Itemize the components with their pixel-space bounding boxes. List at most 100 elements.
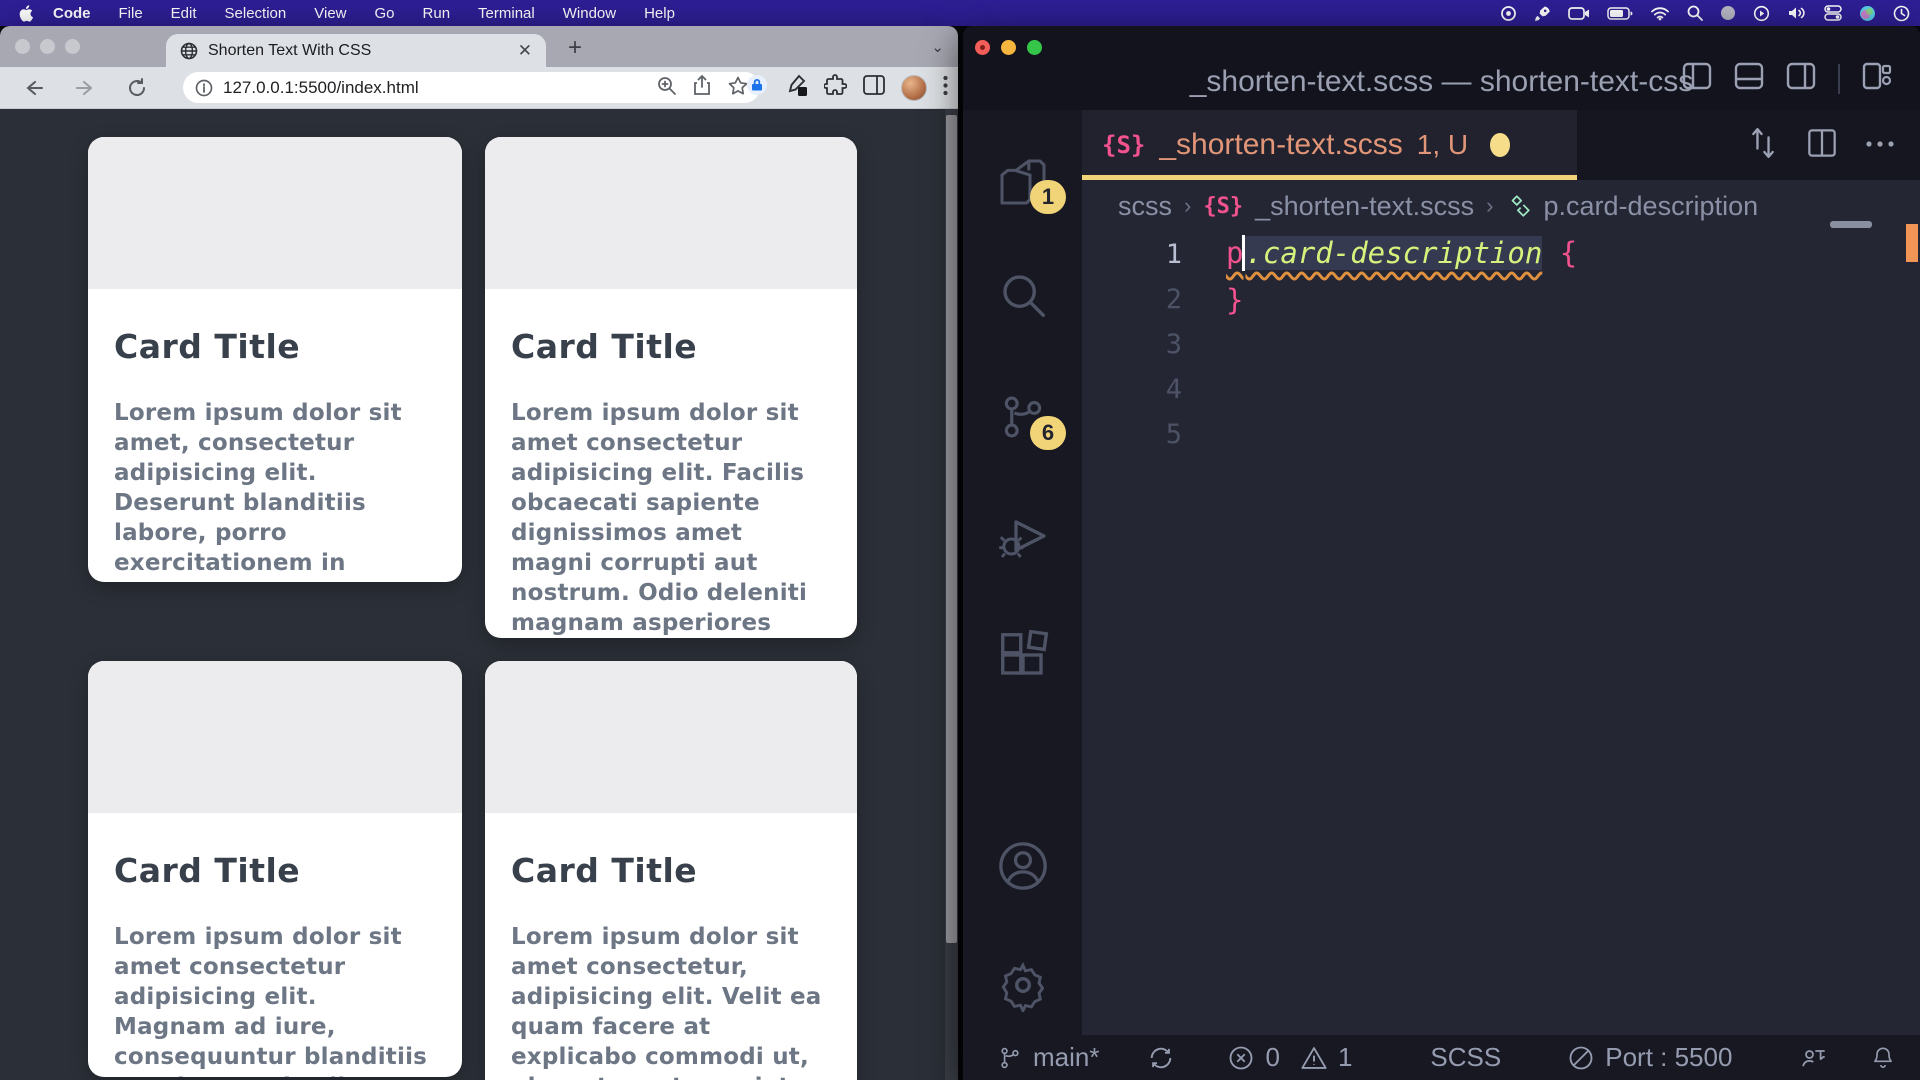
line-number: 5	[1082, 419, 1182, 450]
control-center-icon[interactable]	[1824, 5, 1842, 21]
language-mode[interactable]: SCSS	[1430, 1042, 1501, 1073]
extensions-view-button[interactable]	[963, 628, 1082, 682]
new-tab-button[interactable]: +	[568, 38, 582, 58]
menu-edit[interactable]: Edit	[171, 5, 197, 22]
card: Card Title Lorem ipsum dolor sit amet co…	[485, 661, 857, 1080]
language-label: SCSS	[1430, 1042, 1501, 1073]
clock-icon[interactable]	[1893, 5, 1910, 22]
share-icon[interactable]	[693, 75, 711, 100]
feedback-icon[interactable]	[1798, 1044, 1828, 1072]
forward-button[interactable]	[75, 78, 97, 98]
omnibox-actions	[657, 75, 748, 100]
colorpicker-extension-icon[interactable]	[785, 73, 808, 102]
split-editor-icon[interactable]	[1806, 127, 1838, 164]
toggle-panel-icon[interactable]	[1734, 62, 1764, 95]
accounts-button[interactable]	[963, 838, 1082, 894]
source-control-view-button[interactable]: 6	[963, 390, 1082, 444]
siri-icon[interactable]	[1859, 5, 1876, 22]
do-not-disturb-icon[interactable]	[1720, 5, 1736, 21]
zoom-window-button[interactable]	[65, 39, 80, 54]
close-window-button[interactable]	[975, 40, 990, 55]
minimize-window-button[interactable]	[40, 39, 55, 54]
password-manager-icon[interactable]	[745, 73, 769, 102]
wifi-icon[interactable]	[1650, 6, 1670, 21]
search-view-button[interactable]	[963, 268, 1082, 322]
breadcrumb-folder[interactable]: scss	[1118, 191, 1172, 222]
code-line-1[interactable]: 1 p.card-description {	[1082, 232, 1920, 277]
menu-terminal[interactable]: Terminal	[478, 5, 535, 22]
volume-icon[interactable]	[1787, 5, 1807, 21]
unsaved-changes-dot[interactable]	[1490, 133, 1510, 157]
code-line-2[interactable]: 2 }	[1082, 277, 1920, 322]
page-scrollbar[interactable]	[945, 109, 958, 1080]
rocket-icon[interactable]	[1534, 5, 1551, 22]
scss-file-icon: {S}	[1203, 194, 1243, 219]
port-label: Port : 5500	[1605, 1042, 1732, 1073]
menu-view[interactable]: View	[314, 5, 346, 22]
back-button[interactable]	[22, 78, 44, 98]
vscode-window: _shorten-text.scss — shorten-text-css 1 …	[963, 26, 1920, 1080]
browser-menu-kebab-icon[interactable]	[943, 75, 948, 101]
menu-window[interactable]: Window	[563, 5, 616, 22]
close-brace-token: }	[1226, 283, 1243, 317]
switch-changes-icon[interactable]	[1746, 125, 1780, 166]
side-panel-icon[interactable]	[863, 75, 885, 100]
problems-status[interactable]: 0 1	[1227, 1042, 1352, 1073]
code-line-5[interactable]: 5	[1082, 412, 1920, 457]
editor-scrollbar-thumb[interactable]	[1830, 221, 1872, 228]
breadcrumb-symbol[interactable]: p.card-description	[1544, 191, 1759, 222]
profile-avatar[interactable]	[901, 75, 927, 101]
menu-help[interactable]: Help	[644, 5, 675, 22]
page-scrollbar-thumb[interactable]	[946, 115, 957, 943]
menu-file[interactable]: File	[119, 5, 143, 22]
reload-button[interactable]	[127, 78, 147, 98]
breadcrumb-file[interactable]: _shorten-text.scss	[1255, 191, 1474, 222]
menu-run[interactable]: Run	[423, 5, 451, 22]
menu-selection[interactable]: Selection	[225, 5, 287, 22]
zoom-page-icon[interactable]	[657, 76, 676, 100]
explorer-view-button[interactable]: 1	[963, 154, 1082, 210]
spotlight-search-icon[interactable]	[1687, 5, 1703, 21]
card-image-placeholder	[485, 661, 857, 813]
tab-search-chevron-icon[interactable]: ⌄	[931, 38, 944, 56]
code-line-3[interactable]: 3	[1082, 322, 1920, 367]
address-bar[interactable]: 127.0.0.1:5500/index.html	[183, 72, 760, 103]
editor-tab-shorten-text[interactable]: {S} _shorten-text.scss 1, U	[1082, 110, 1577, 180]
zoom-window-button[interactable]	[1027, 40, 1042, 55]
apple-menu-icon[interactable]	[18, 5, 33, 22]
code-line-4[interactable]: 4	[1082, 367, 1920, 412]
toggle-secondary-sidebar-icon[interactable]	[1786, 62, 1816, 95]
toggle-sidebar-icon[interactable]	[1682, 62, 1712, 95]
notifications-bell-icon[interactable]	[1870, 1044, 1896, 1072]
menu-code[interactable]: Code	[53, 5, 91, 22]
play-circle-icon[interactable]	[1753, 5, 1770, 22]
camera-record-icon[interactable]	[1568, 6, 1590, 21]
menu-go[interactable]: Go	[375, 5, 395, 22]
close-tab-icon[interactable]: ✕	[518, 41, 532, 61]
site-info-icon[interactable]	[195, 79, 213, 97]
minimize-window-button[interactable]	[1001, 40, 1016, 55]
settings-gear-button[interactable]	[963, 958, 1082, 1012]
browser-tab[interactable]: Shorten Text With CSS ✕	[166, 34, 546, 67]
extensions-puzzle-icon[interactable]	[824, 74, 847, 102]
browser-tab-strip: Shorten Text With CSS ✕ + ⌄	[0, 26, 958, 67]
battery-icon[interactable]	[1607, 7, 1633, 20]
card-title: Card Title	[114, 851, 436, 890]
screen-record-icon[interactable]	[1500, 5, 1517, 22]
customize-layout-icon[interactable]	[1862, 62, 1892, 95]
url-text[interactable]: 127.0.0.1:5500/index.html	[223, 78, 657, 98]
more-actions-icon[interactable]	[1864, 136, 1896, 154]
run-debug-view-button[interactable]	[963, 508, 1082, 564]
card-title: Card Title	[511, 327, 831, 366]
breadcrumbs: scss › {S} _shorten-text.scss › p.card-d…	[1082, 180, 1920, 232]
sync-changes-button[interactable]	[1147, 1044, 1175, 1072]
live-server-port[interactable]: Port : 5500	[1567, 1042, 1732, 1073]
activity-bar: 1 6	[963, 110, 1082, 1035]
code-editor[interactable]: 1 p.card-description { 2 } 3 4 5	[1082, 232, 1920, 992]
git-branch-status[interactable]: main*	[997, 1042, 1099, 1073]
close-window-button[interactable]	[15, 39, 30, 54]
error-count: 0	[1265, 1042, 1279, 1073]
desktop: Code File Edit Selection View Go Run Ter…	[0, 0, 1920, 1080]
card: Card Title Lorem ipsum dolor sit amet, c…	[88, 137, 462, 582]
card-title: Card Title	[114, 327, 436, 366]
